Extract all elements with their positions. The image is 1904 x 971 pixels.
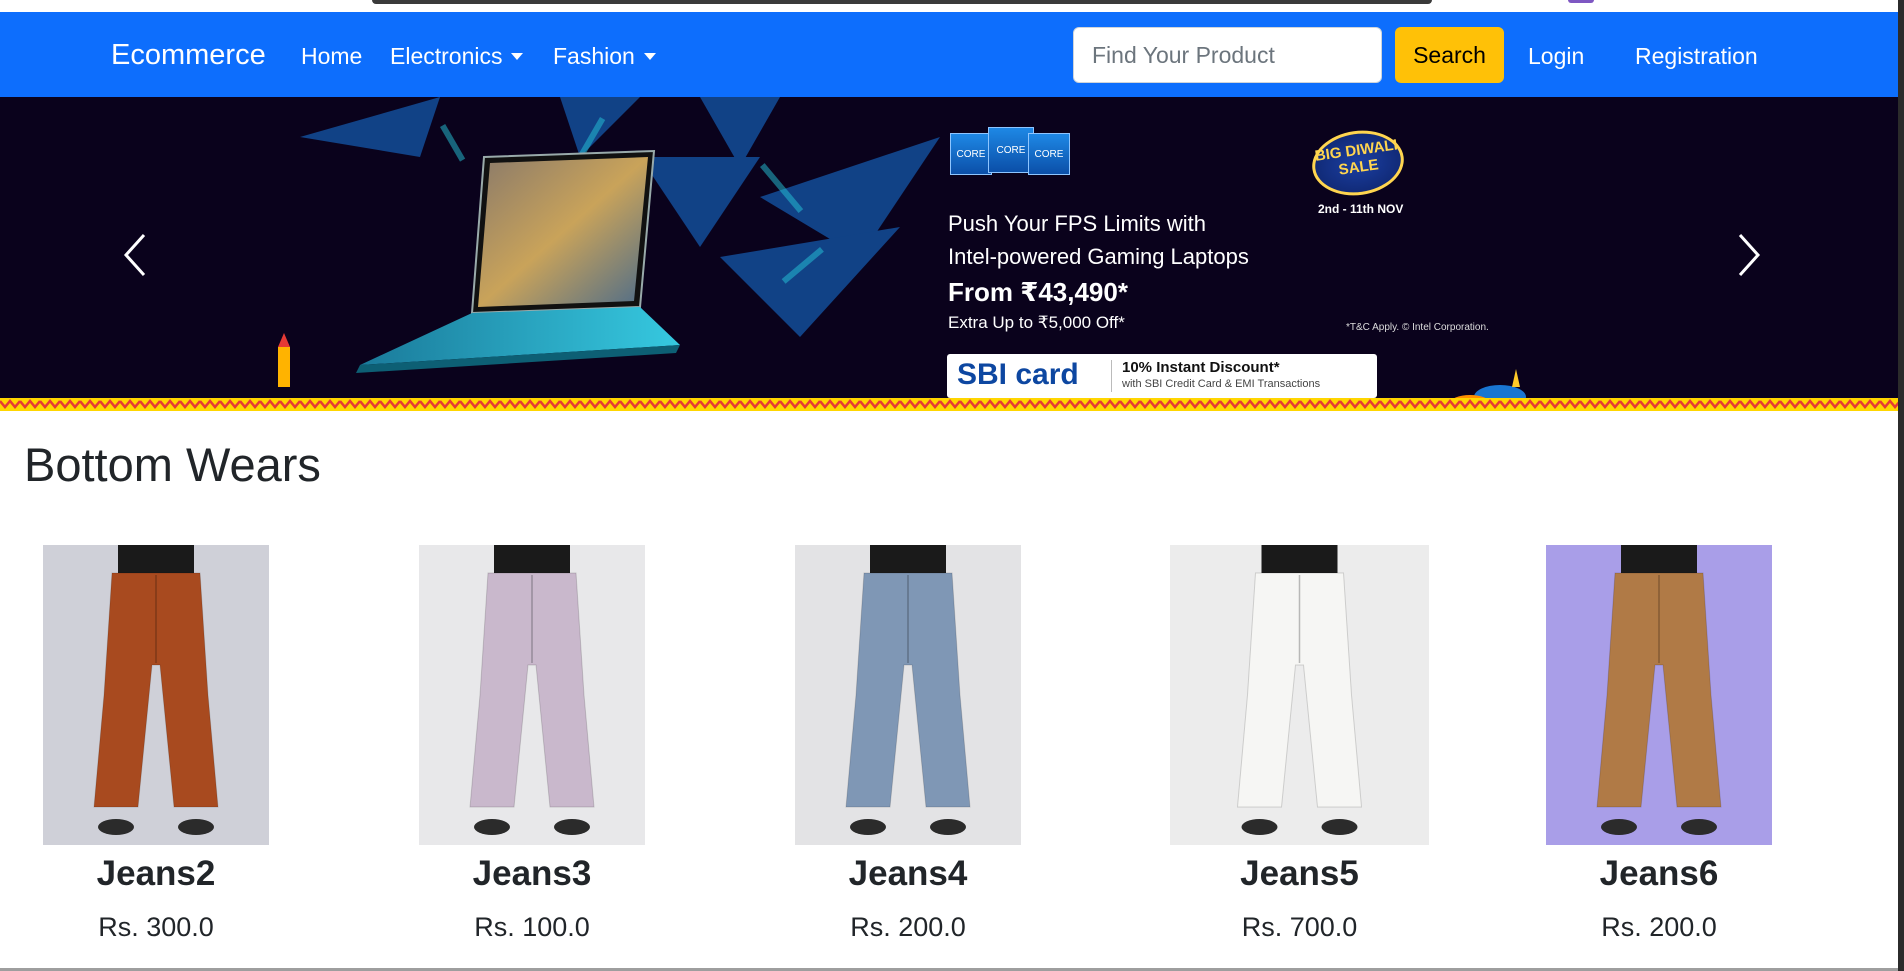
bank-offer-card: SBI card 10% Instant Discount* with SBI … [947,354,1377,398]
product-image[interactable] [1170,545,1429,845]
product-photo-trousers [419,545,645,845]
divider [1111,360,1112,392]
brand-logo[interactable]: Ecommerce [111,39,266,72]
bank-offer-title: 10% Instant Discount* [1122,359,1280,376]
promo-terms: *T&C Apply. © Intel Corporation. [1346,322,1489,333]
registration-link[interactable]: Registration [1635,43,1758,70]
product-photo-trousers [43,545,269,845]
product-name[interactable]: Jeans4 [795,854,1021,894]
section-title: Bottom Wears [24,438,321,491]
browser-top-edge [0,0,1904,12]
product-price: Rs. 100.0 [474,912,590,942]
product-name[interactable]: Jeans2 [43,854,269,894]
product-price: Rs. 300.0 [98,912,214,942]
nav-dropdown-electronics[interactable]: Electronics [390,43,524,70]
promo-price: From ₹43,490* [948,277,1128,307]
search-button[interactable]: Search [1395,27,1504,83]
browser-bar [372,0,1432,4]
product-name[interactable]: Jeans5 [1170,854,1429,894]
intel-core-badge: CORE [1028,133,1070,175]
promo-headline-1: Push Your FPS Limits with [948,211,1207,236]
nav-link-home[interactable]: Home [301,43,362,70]
search-input[interactable] [1073,27,1382,83]
promo-offer: Extra Up to ₹5,000 Off* [948,313,1125,332]
nav-dropdown-fashion[interactable]: Fashion [553,43,656,70]
sale-dates: 2nd - 11th NOV [1318,202,1404,216]
product-photo-trousers [1170,545,1429,845]
product-image[interactable] [1546,545,1772,845]
product-card[interactable]: Jeans6 Rs. 200.0 [1546,545,1772,942]
navbar: Ecommerce Home Electronics Fashion Searc… [0,12,1898,97]
caret-down-icon [643,53,656,60]
nav-link-electronics-label: Electronics [390,43,503,69]
product-price: Rs. 700.0 [1241,912,1358,942]
festive-border [0,398,1898,411]
product-photo-trousers [1546,545,1772,845]
banner-carousel: CORE CORE CORE BIG DIWALI SALE 2nd - 11t… [0,97,1898,411]
product-name[interactable]: Jeans3 [419,854,645,894]
login-link[interactable]: Login [1528,43,1584,70]
sbi-logo: SBI card [957,358,1079,391]
product-image[interactable] [419,545,645,845]
product-image[interactable] [795,545,1021,845]
product-card[interactable]: Jeans5 Rs. 700.0 [1170,545,1429,942]
browser-indicator [1568,0,1594,3]
product-photo-trousers [795,545,1021,845]
product-price: Rs. 200.0 [850,912,966,942]
product-card[interactable]: Jeans3 Rs. 100.0 [419,545,645,942]
product-image[interactable] [43,545,269,845]
product-name[interactable]: Jeans6 [1546,854,1772,894]
chevron-left-icon [123,233,146,277]
product-price: Rs. 200.0 [1601,912,1717,942]
nav-link-fashion-label: Fashion [553,43,635,69]
carousel-prev-button[interactable] [70,97,210,411]
product-card[interactable]: Jeans2 Rs. 300.0 [43,545,269,942]
caret-down-icon [511,53,524,60]
promo-headline-2: Intel-powered Gaming Laptops [948,244,1249,269]
product-card[interactable]: Jeans4 Rs. 200.0 [795,545,1021,942]
chevron-right-icon [1738,233,1761,277]
bank-offer-subtitle: with SBI Credit Card & EMI Transactions [1122,378,1321,390]
window-edge [1898,0,1904,971]
intel-core-badge: CORE [950,133,992,175]
carousel-next-button[interactable] [1684,97,1824,411]
